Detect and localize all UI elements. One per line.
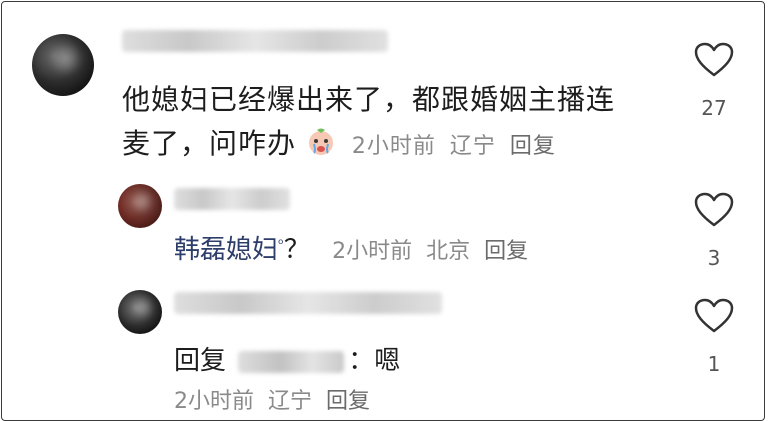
comment-location: 北京 — [426, 239, 471, 264]
username-blurred[interactable] — [122, 30, 388, 52]
comment-text-line-2-text: 麦了，问咋办 — [122, 127, 297, 160]
reply-text: 回复 ：嗯 — [174, 340, 400, 377]
comment-text: 他媳妇已经爆出来了，都跟婚姻主播连 麦了，问咋办 2小时前 辽宁 回复 — [122, 78, 662, 169]
like-button[interactable]: 3 — [692, 192, 736, 270]
username-blurred[interactable] — [174, 188, 290, 210]
comment-text-line-1: 他媳妇已经爆出来了，都跟婚姻主播连 — [122, 83, 616, 116]
reply-button[interactable]: 回复 — [326, 389, 370, 414]
mention-link[interactable]: 韩磊媳妇 — [174, 235, 278, 265]
heart-icon[interactable] — [694, 42, 734, 78]
avatar[interactable] — [118, 184, 162, 228]
reply-target-blurred[interactable] — [238, 350, 345, 373]
reply-body: 嗯 — [374, 346, 401, 376]
avatar[interactable] — [32, 34, 94, 96]
reply-button[interactable]: 回复 — [484, 239, 528, 264]
reply-button[interactable]: 回复 — [510, 134, 556, 159]
like-count: 3 — [707, 246, 721, 270]
like-count: 27 — [701, 96, 727, 120]
comment-time: 2小时前 — [332, 239, 413, 264]
comment-meta: 2小时前 辽宁 回复 — [174, 383, 384, 415]
reply-prefix: 回复 — [174, 346, 227, 376]
comment-time: 2小时前 — [351, 134, 436, 159]
username-blurred[interactable] — [174, 292, 442, 314]
like-count: 1 — [707, 352, 721, 376]
like-button[interactable]: 1 — [692, 298, 736, 376]
comment-location: 辽宁 — [268, 389, 313, 414]
comment-time: 2小时前 — [174, 389, 254, 414]
reply-text: 韩磊媳妇ᵒ？ 2小时前 北京 回复 — [174, 229, 542, 266]
crying-emoji-icon — [308, 128, 333, 155]
heart-icon[interactable] — [694, 298, 734, 334]
reply-colon: ： — [348, 346, 375, 376]
avatar[interactable] — [118, 290, 162, 334]
comment-location: 辽宁 — [449, 134, 496, 159]
reply-body: ？ — [283, 235, 310, 265]
heart-icon[interactable] — [694, 192, 734, 228]
comment-text-line-2: 麦了，问咋办 2小时前 辽宁 回复 — [122, 122, 662, 169]
like-button[interactable]: 27 — [692, 42, 736, 120]
